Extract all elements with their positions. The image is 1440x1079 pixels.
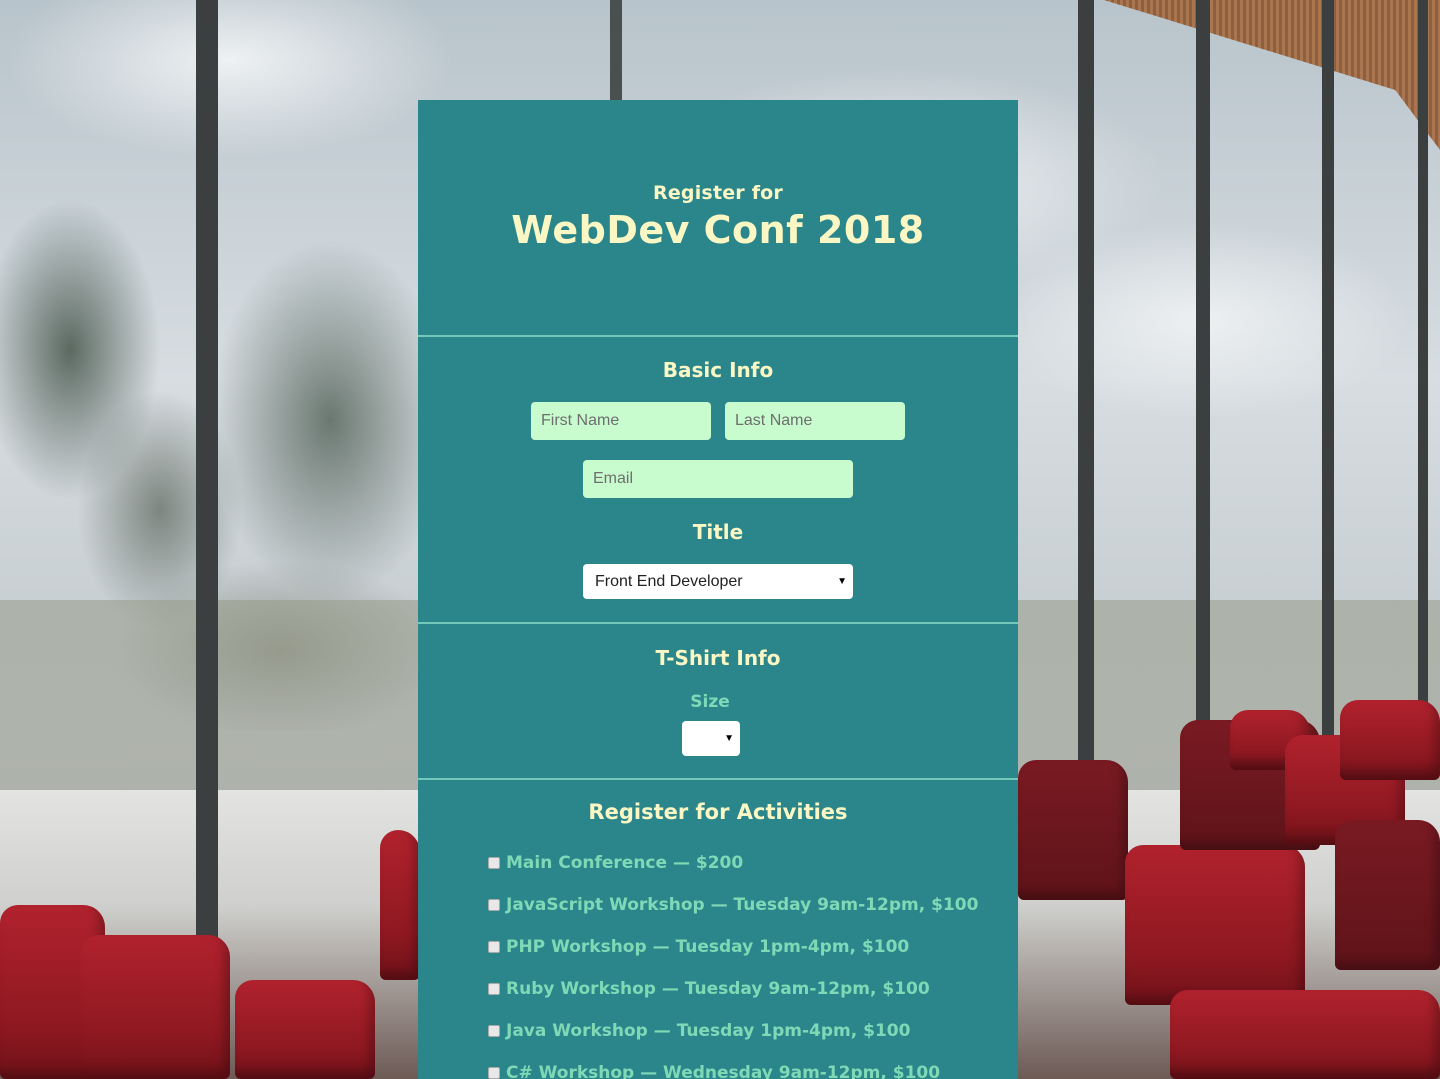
checkbox-icon[interactable]	[488, 899, 500, 911]
caret-down-icon: ▼	[837, 576, 847, 587]
activity-item[interactable]: Main Conference — $200	[488, 842, 1018, 884]
tshirt-info-heading: T-Shirt Info	[655, 646, 781, 670]
tshirt-info-section: T-Shirt Info Size ▼	[418, 624, 1018, 780]
chair	[1170, 990, 1440, 1079]
activity-label: Ruby Workshop — Tuesday 9am-12pm, $100	[506, 979, 930, 999]
first-name-input[interactable]	[531, 402, 711, 440]
chair	[80, 935, 230, 1079]
checkbox-icon[interactable]	[488, 941, 500, 953]
checkbox-icon[interactable]	[488, 1025, 500, 1037]
activity-label: C# Workshop — Wednesday 9am-12pm, $100	[506, 1063, 941, 1079]
size-label: Size	[690, 692, 730, 712]
chair	[1335, 820, 1440, 970]
window-frame	[196, 0, 218, 1079]
window-frame	[1322, 0, 1334, 740]
chair	[1340, 700, 1440, 780]
job-title-selected-value: Front End Developer	[595, 573, 743, 590]
header-pre-title: Register for	[653, 182, 783, 204]
caret-down-icon: ▼	[724, 733, 734, 744]
chair	[380, 830, 420, 980]
chair	[1125, 845, 1305, 1005]
activity-item[interactable]: Java Workshop — Tuesday 1pm-4pm, $100	[488, 1010, 1018, 1052]
activity-item[interactable]: JavaScript Workshop — Tuesday 9am-12pm, …	[488, 884, 1018, 926]
job-title-select[interactable]: Front End Developer ▼	[583, 564, 853, 599]
activity-label: JavaScript Workshop — Tuesday 9am-12pm, …	[506, 895, 979, 915]
form-header: Register for WebDev Conf 2018	[418, 100, 1018, 337]
activity-label: Java Workshop — Tuesday 1pm-4pm, $100	[506, 1021, 911, 1041]
checkbox-icon[interactable]	[488, 857, 500, 869]
activity-item[interactable]: Ruby Workshop — Tuesday 9am-12pm, $100	[488, 968, 1018, 1010]
email-input[interactable]	[583, 460, 853, 498]
title-heading: Title	[692, 520, 744, 544]
chair	[235, 980, 375, 1079]
activity-label: Main Conference — $200	[506, 853, 744, 873]
basic-info-section: Basic Info Title Front End Developer ▼	[418, 337, 1018, 624]
basic-info-heading: Basic Info	[662, 358, 774, 382]
window-frame	[1078, 0, 1094, 780]
window-frame	[1418, 0, 1428, 730]
page-title: WebDev Conf 2018	[511, 208, 925, 252]
activity-label: PHP Workshop — Tuesday 1pm-4pm, $100	[506, 937, 910, 957]
last-name-input[interactable]	[725, 402, 905, 440]
name-row	[418, 402, 1018, 440]
activities-list: Main Conference — $200 JavaScript Worksh…	[418, 842, 1018, 1079]
checkbox-icon[interactable]	[488, 1067, 500, 1079]
activity-item[interactable]: C# Workshop — Wednesday 9am-12pm, $100	[488, 1052, 1018, 1079]
window-frame	[1196, 0, 1210, 760]
size-select[interactable]: ▼	[682, 721, 740, 756]
chair	[1018, 760, 1128, 900]
registration-form: Register for WebDev Conf 2018 Basic Info…	[418, 100, 1018, 1079]
activities-section: Register for Activities Main Conference …	[418, 780, 1018, 1079]
checkbox-icon[interactable]	[488, 983, 500, 995]
activities-heading: Register for Activities	[588, 800, 848, 824]
activity-item[interactable]: PHP Workshop — Tuesday 1pm-4pm, $100	[488, 926, 1018, 968]
